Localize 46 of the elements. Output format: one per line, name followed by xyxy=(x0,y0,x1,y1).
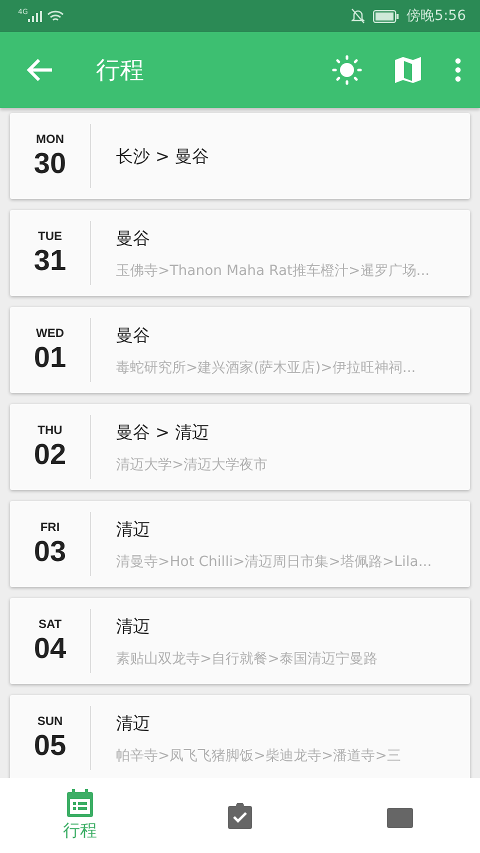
day-card[interactable]: MON 30 长沙 > 曼谷 xyxy=(10,113,470,199)
day-card[interactable]: FRI 03 清迈 清曼寺>Hot Chilli>清迈周日市集>塔佩路>Lila... xyxy=(10,501,470,587)
route-text: 毒蛇研究所>建兴酒家(萨木亚店)>伊拉旺神祠... xyxy=(116,358,416,376)
page-title: 行程 xyxy=(96,55,144,86)
day-card[interactable]: WED 01 曼谷 毒蛇研究所>建兴酒家(萨木亚店)>伊拉旺神祠... xyxy=(10,307,470,393)
sun-icon xyxy=(332,55,362,85)
day-number: 02 xyxy=(34,439,66,471)
clipboard-check-icon xyxy=(228,802,252,828)
weekday: SAT xyxy=(38,617,62,631)
day-number: 31 xyxy=(34,245,66,277)
day-title: 曼谷 xyxy=(116,228,151,250)
day-title: 曼谷 > 清迈 xyxy=(116,422,210,444)
day-card[interactable]: THU 02 曼谷 > 清迈 清迈大学>清迈大学夜市 xyxy=(10,404,470,490)
weekday: FRI xyxy=(40,520,60,534)
route-text: 玉佛寺>Thanon Maha Rat推车橙汁>暹罗广场... xyxy=(116,262,430,280)
clock: 傍晚5:56 xyxy=(406,7,466,25)
weekday: SUN xyxy=(37,714,63,728)
route-text: 清曼寺>Hot Chilli>清迈周日市集>塔佩路>Lila... xyxy=(116,552,432,570)
route-text: 帕辛寺>凤飞飞猪脚饭>柴迪龙寺>潘道寺>三 xyxy=(116,746,401,764)
weekday: MON xyxy=(36,132,64,146)
day-title: 清迈 xyxy=(116,518,151,540)
calendar-icon xyxy=(67,789,93,817)
day-card[interactable]: SUN 05 清迈 帕辛寺>凤飞飞猪脚饭>柴迪龙寺>潘道寺>三 xyxy=(10,695,470,778)
day-number: 03 xyxy=(34,536,66,568)
more-icon xyxy=(454,58,462,82)
day-title: 清迈 xyxy=(116,616,151,638)
battery-icon xyxy=(372,10,399,22)
signal-icon xyxy=(28,10,42,22)
day-title: 长沙 > 曼谷 xyxy=(116,146,210,168)
day-number: 30 xyxy=(34,148,66,180)
day-card[interactable]: SAT 04 清迈 素贴山双龙寺>自行就餐>泰国清迈宁曼路 xyxy=(10,598,470,684)
back-arrow-icon xyxy=(26,58,54,82)
day-title: 清迈 xyxy=(116,712,151,734)
weekday: TUE xyxy=(38,229,62,243)
route-text: 清迈大学>清迈大学夜市 xyxy=(116,456,268,474)
day-number: 01 xyxy=(34,342,66,374)
wifi-icon xyxy=(46,10,64,22)
day-card[interactable]: TUE 31 曼谷 玉佛寺>Thanon Maha Rat推车橙汁>暹罗广场... xyxy=(10,210,470,296)
day-number: 04 xyxy=(34,633,66,665)
weekday: WED xyxy=(36,326,64,340)
weekday: THU xyxy=(38,423,62,437)
map-icon xyxy=(394,56,422,84)
day-number: 05 xyxy=(34,730,66,762)
route-text: 素贴山双龙寺>自行就餐>泰国清迈宁曼路 xyxy=(116,650,378,668)
bell-off-icon xyxy=(350,8,365,24)
day-title: 曼谷 xyxy=(116,324,151,346)
